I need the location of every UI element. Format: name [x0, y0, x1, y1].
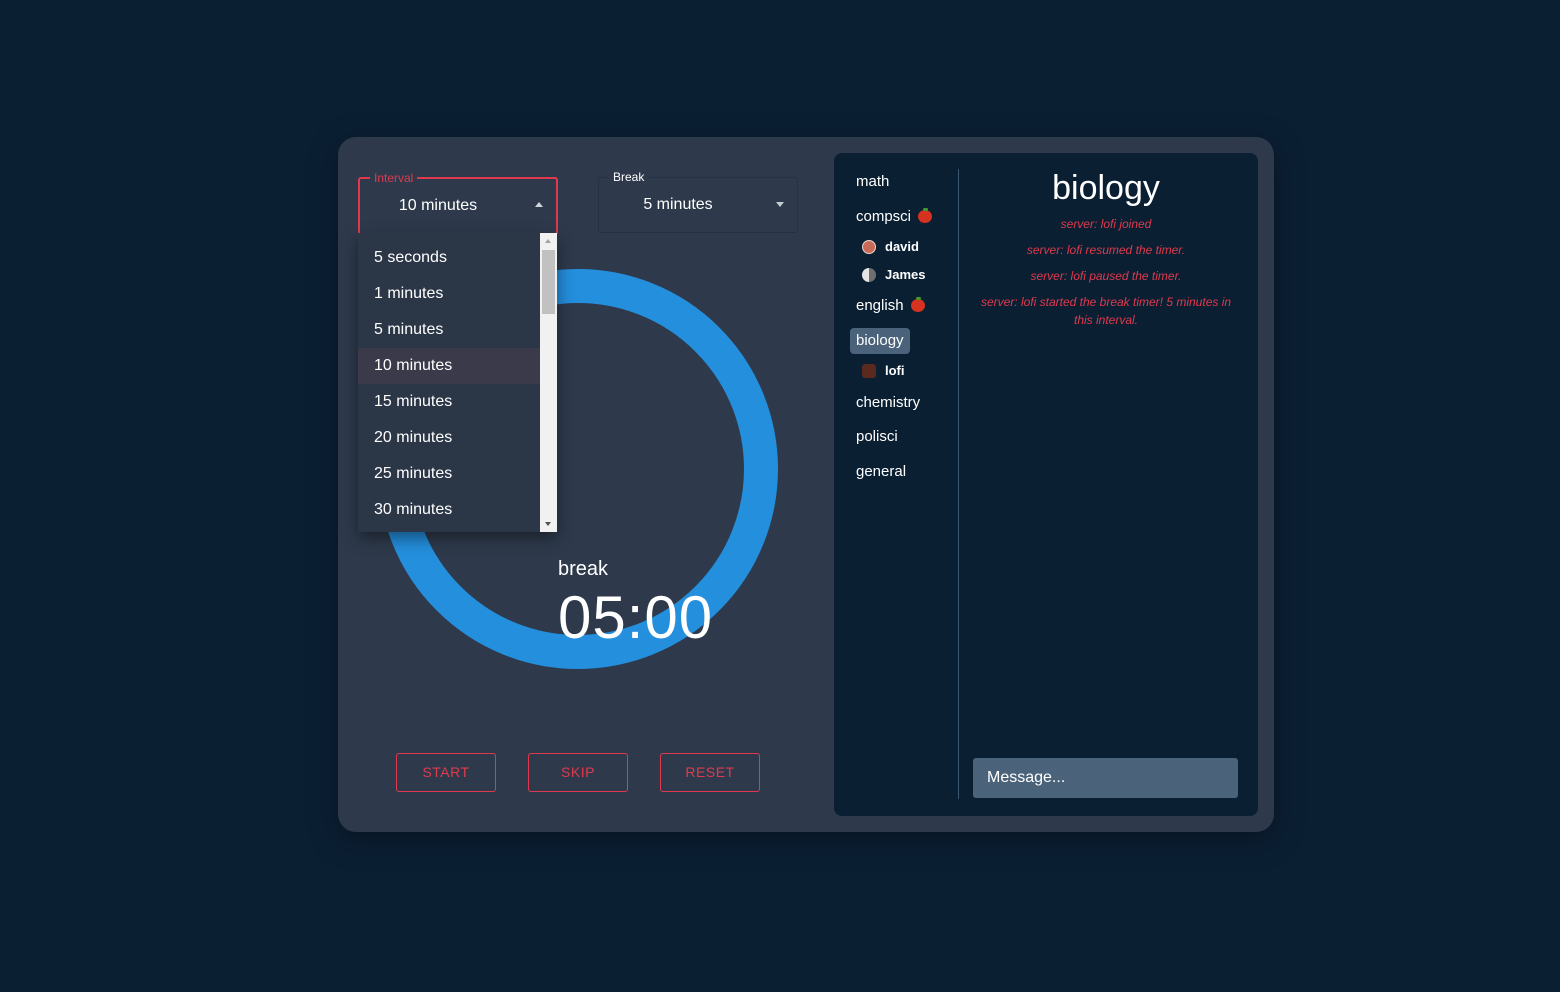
skip-button[interactable]: SKIP [528, 753, 628, 792]
room-math[interactable]: math [850, 170, 895, 194]
avatar [862, 239, 876, 254]
interval-option[interactable]: 25 minutes [358, 456, 540, 492]
tomato-icon [910, 296, 925, 312]
room-chemistry[interactable]: chemistry [850, 391, 926, 415]
chat-message: server: lofi joined [1060, 217, 1152, 231]
timer-countdown: 05:00 [558, 584, 714, 651]
room-polisci[interactable]: polisci [850, 425, 904, 449]
interval-select[interactable]: Interval 10 minutes [358, 171, 558, 235]
start-button[interactable]: START [396, 753, 496, 792]
avatar [862, 267, 876, 282]
chevron-down-icon [776, 202, 784, 207]
room-compsci[interactable]: compsci [850, 205, 938, 229]
room-general[interactable]: general [850, 460, 912, 484]
interval-dropdown-menu: 5 seconds 1 minutes 5 minutes 10 minutes… [358, 233, 557, 532]
interval-option[interactable]: 30 minutes [358, 492, 540, 528]
scroll-down-icon[interactable] [545, 522, 551, 526]
break-select[interactable]: Break 5 minutes [598, 170, 798, 233]
chat-title: biology [1052, 169, 1160, 207]
room-label: general [856, 463, 907, 480]
user-lofi: lofi [862, 362, 905, 380]
tomato-icon [918, 207, 933, 223]
interval-option[interactable]: 5 seconds [358, 240, 540, 276]
interval-option[interactable]: 5 minutes [358, 312, 540, 348]
chat-panel: math compsci david James english biology… [834, 153, 1258, 816]
dropdown-scrollbar[interactable] [540, 233, 557, 532]
chat-message: server: lofi paused the timer. [1030, 269, 1182, 283]
reset-button[interactable]: RESET [660, 753, 760, 792]
scroll-thumb[interactable] [542, 250, 555, 314]
interval-value: 10 minutes [398, 197, 478, 214]
interval-option[interactable]: 15 minutes [358, 384, 540, 420]
room-english[interactable]: english [850, 294, 931, 318]
message-input[interactable] [973, 758, 1238, 798]
room-label: math [856, 173, 890, 190]
room-label: english [856, 297, 904, 314]
room-biology[interactable]: biology [850, 328, 910, 354]
room-label: polisci [856, 428, 898, 445]
panel-divider [958, 169, 959, 799]
interval-option-selected[interactable]: 10 minutes [358, 348, 540, 384]
timer-phase: break [558, 558, 609, 580]
break-value: 5 minutes [643, 196, 713, 213]
chat-message: server: lofi resumed the timer. [1026, 243, 1186, 257]
chat-message: server: lofi started the break timer! 5 … [980, 295, 1232, 327]
chevron-up-icon [535, 202, 543, 207]
avatar [862, 363, 876, 378]
user-david: david [862, 238, 919, 256]
user-label: david [885, 239, 919, 254]
room-label: chemistry [856, 394, 921, 411]
user-label: James [885, 267, 926, 282]
room-label: compsci [856, 208, 912, 225]
interval-option[interactable]: 1 minutes [358, 276, 540, 312]
user-label: lofi [885, 363, 905, 378]
room-label: biology [856, 332, 904, 349]
interval-option[interactable]: 20 minutes [358, 420, 540, 456]
scroll-up-icon[interactable] [545, 239, 551, 243]
user-james: James [862, 266, 925, 284]
